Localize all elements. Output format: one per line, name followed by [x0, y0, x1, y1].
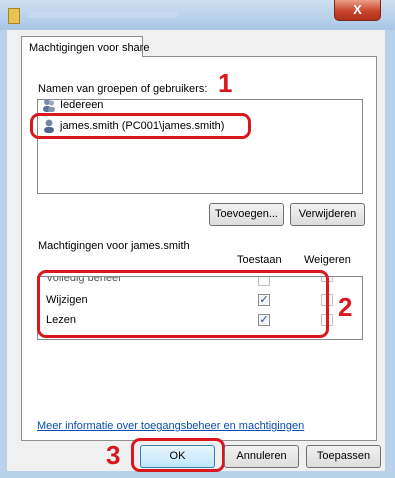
ok-button[interactable]: OK [140, 445, 215, 468]
folder-icon [8, 8, 20, 24]
title-bar: X [0, 0, 395, 30]
close-button[interactable]: X [334, 0, 381, 21]
dialog-window: X Machtigingen voor share Namen van groe… [0, 0, 395, 478]
list-item-iedereen[interactable]: Iedereen [38, 99, 362, 114]
highlight-frame-user [30, 113, 251, 139]
group-icon [43, 100, 55, 112]
allow-column-header: Toestaan [237, 254, 282, 266]
callout-2: 2 [338, 292, 353, 322]
permissions-heading: Machtigingen voor james.smith [38, 240, 190, 252]
title-text [28, 12, 178, 18]
deny-column-header: Weigeren [304, 254, 351, 266]
cancel-button[interactable]: Annuleren [224, 445, 299, 468]
apply-button[interactable]: Toepassen [306, 445, 381, 468]
list-item-label: Iedereen [60, 99, 104, 111]
highlight-frame-permissions [37, 270, 329, 338]
callout-1: 1 [218, 68, 233, 98]
tab-share-permissions[interactable]: Machtigingen voor share [21, 36, 149, 57]
add-button[interactable]: Toevoegen... [209, 203, 284, 226]
groups-heading: Namen van groepen of gebruikers: [38, 83, 208, 95]
remove-button[interactable]: Verwijderen [290, 203, 365, 226]
info-link[interactable]: Meer informatie over toegangsbeheer en m… [37, 420, 304, 432]
callout-3: 3 [106, 440, 121, 470]
tab-label: Machtigingen voor share [29, 42, 150, 54]
